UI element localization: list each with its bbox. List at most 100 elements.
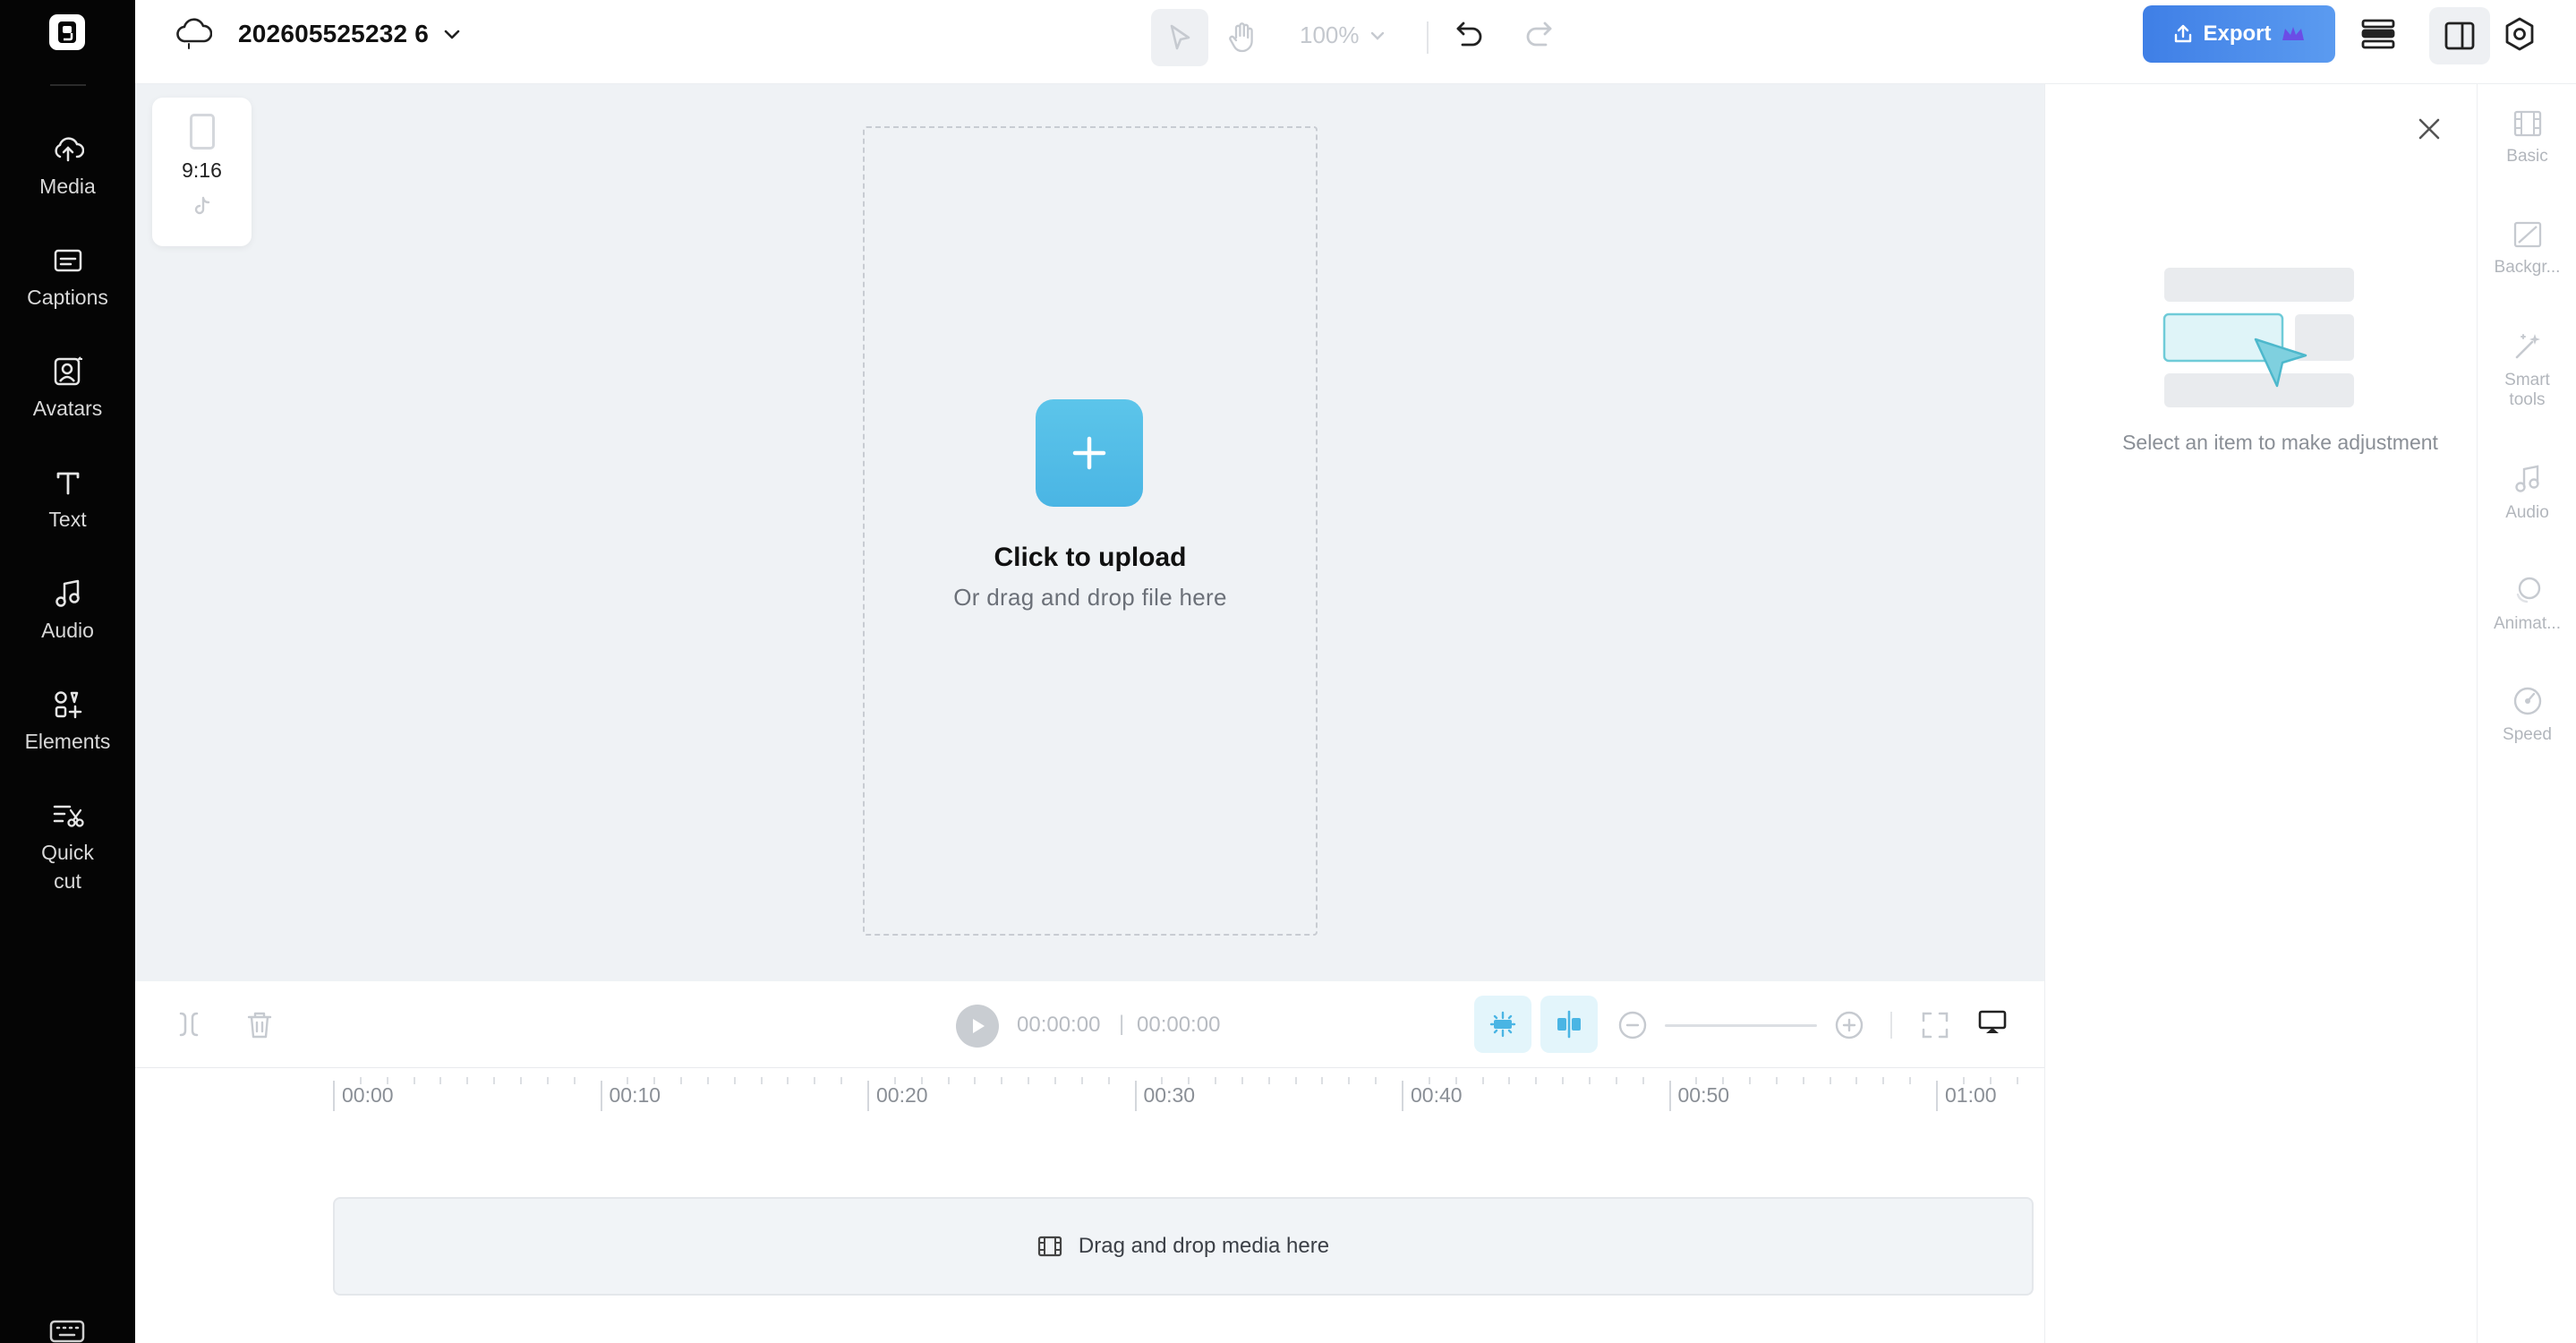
left-sidebar: Media Captions Avatars Text Audio Elemen… <box>0 0 135 1343</box>
chevron-down-icon[interactable] <box>441 23 463 45</box>
ruler-major-tick <box>1936 1081 1938 1111</box>
sidebar-item-captions[interactable]: Captions <box>0 244 135 312</box>
app-logo[interactable] <box>49 14 85 50</box>
tab-smart-tools[interactable]: Smart tools <box>2478 331 2576 410</box>
speedometer-icon <box>2513 687 2541 715</box>
ruler-minor-tick <box>1802 1077 1804 1084</box>
zoom-level[interactable]: 100% <box>1300 21 1360 49</box>
ruler-minor-tick <box>439 1077 442 1084</box>
undo-icon[interactable] <box>1454 18 1486 50</box>
sidebar-item-avatars[interactable]: Avatars <box>0 355 135 423</box>
ruler-tick-label: 00:10 <box>609 1083 661 1107</box>
ruler-minor-tick <box>1267 1077 1270 1084</box>
ruler-minor-tick <box>1562 1077 1565 1084</box>
ruler-minor-tick <box>1909 1077 1912 1084</box>
canvas-drop-zone[interactable] <box>863 126 1318 936</box>
redo-icon[interactable] <box>1523 18 1555 50</box>
magic-wand-icon <box>2515 334 2540 359</box>
sidebar-item-label: Audio <box>41 619 94 642</box>
zoom-in-icon[interactable] <box>1834 1010 1864 1040</box>
magnet-snap-icon <box>1489 1011 1516 1038</box>
ruler-minor-tick <box>1188 1077 1190 1084</box>
film-strip-icon <box>1037 1236 1062 1257</box>
playback-divider <box>1890 1012 1892 1039</box>
upload-title: Click to upload <box>994 543 1187 572</box>
timeline-zoom-slider[interactable] <box>1665 1024 1817 1027</box>
settings-icon[interactable] <box>2502 16 2538 52</box>
project-title[interactable]: 202605525232 6 <box>238 20 429 48</box>
toggle-panel-button[interactable] <box>2429 7 2490 64</box>
timeline[interactable]: 00:00 00:10 00:20 00:30 00:40 00:50 01:00 Drag… <box>135 1068 2044 1343</box>
auto-snap-button[interactable] <box>1474 996 1531 1053</box>
layers-icon[interactable] <box>2359 16 2397 52</box>
ruler-minor-tick <box>359 1077 362 1084</box>
ruler-tick-label: 01:00 <box>1945 1083 1997 1107</box>
ruler-minor-tick <box>1375 1077 1378 1084</box>
current-time: 00:00:00 <box>1017 1013 1101 1037</box>
ruler-major-tick <box>1668 1081 1671 1111</box>
ruler-minor-tick <box>573 1077 576 1084</box>
chevron-down-icon[interactable] <box>1369 27 1386 45</box>
tab-background[interactable]: Backgr... <box>2478 220 2576 278</box>
preview-monitor-icon[interactable] <box>1977 1008 2008 1039</box>
ruler-minor-tick <box>1962 1077 1965 1084</box>
ruler-tick-label: 00:30 <box>1143 1083 1196 1107</box>
ruler-minor-tick <box>1989 1077 1992 1084</box>
ruler-minor-tick <box>920 1077 923 1084</box>
ruler-minor-tick <box>760 1077 763 1084</box>
timeline-ruler[interactable]: 00:00 00:10 00:20 00:30 00:40 00:50 01:00 <box>135 1068 2044 1113</box>
keyboard-shortcuts-icon[interactable] <box>49 1316 85 1343</box>
zoom-out-icon[interactable] <box>1617 1010 1648 1040</box>
sidebar-item-label: Avatars <box>32 397 103 420</box>
tab-label: Audio <box>2505 503 2549 522</box>
export-button[interactable]: Export <box>2143 5 2335 63</box>
cloud-sync-icon[interactable] <box>176 17 212 49</box>
ruler-minor-tick <box>1642 1077 1644 1084</box>
upload-button[interactable] <box>1036 399 1143 507</box>
timeline-drop-zone[interactable]: Drag and drop media here <box>333 1197 2034 1296</box>
delete-icon[interactable] <box>245 1010 274 1040</box>
scissors-icon <box>51 799 85 833</box>
ruler-minor-tick <box>1294 1077 1297 1084</box>
ruler-minor-tick <box>1855 1077 1858 1084</box>
sidebar-item-label: Quick cut <box>41 841 94 893</box>
play-icon <box>973 1019 985 1033</box>
tab-speed[interactable]: Speed <box>2478 686 2576 745</box>
total-time: 00:00:00 <box>1137 1013 1221 1037</box>
elements-icon <box>51 688 85 722</box>
logo-icon <box>58 21 76 43</box>
sidebar-item-media[interactable]: Media <box>0 133 135 201</box>
linkage-button[interactable] <box>1540 996 1598 1053</box>
sidebar-item-text[interactable]: Text <box>0 466 135 534</box>
play-button[interactable] <box>956 1005 999 1048</box>
tab-audio[interactable]: Audio <box>2478 464 2576 523</box>
ruler-minor-tick <box>519 1077 522 1084</box>
tab-basic[interactable]: Basic <box>2478 109 2576 167</box>
close-icon[interactable] <box>2417 116 2442 141</box>
background-icon <box>2513 221 2541 248</box>
split-icon[interactable] <box>175 1010 202 1039</box>
plus-icon <box>1072 436 1106 470</box>
aspect-ratio-selector[interactable]: 9:16 <box>152 98 252 246</box>
ruler-major-tick <box>600 1081 602 1111</box>
sidebar-item-label: Media <box>39 175 96 198</box>
playback-bar: 00:00:00 | 00:00:00 <box>135 981 2044 1068</box>
ruler-major-tick <box>333 1081 335 1111</box>
crown-icon <box>2282 27 2304 40</box>
fullscreen-icon[interactable] <box>1920 1010 1950 1040</box>
panel-layout-icon <box>2444 21 2475 50</box>
sidebar-item-quick-cut[interactable]: Quick cut <box>0 799 135 895</box>
select-item-illustration <box>2162 266 2356 409</box>
ruler-minor-tick <box>1241 1077 1243 1084</box>
select-tool-button[interactable] <box>1151 9 1208 66</box>
ruler-tick-label: 00:20 <box>876 1083 928 1107</box>
ruler-minor-tick <box>1508 1077 1511 1084</box>
hand-tool-button[interactable] <box>1213 9 1270 66</box>
timeline-drop-hint: Drag and drop media here <box>1078 1234 1330 1258</box>
sidebar-item-audio[interactable]: Audio <box>0 577 135 645</box>
captions-icon <box>51 244 85 278</box>
tab-animation[interactable]: Animat... <box>2478 575 2576 634</box>
ruler-minor-tick <box>1428 1077 1430 1084</box>
sidebar-item-elements[interactable]: Elements <box>0 688 135 756</box>
tiktok-icon <box>192 195 212 217</box>
